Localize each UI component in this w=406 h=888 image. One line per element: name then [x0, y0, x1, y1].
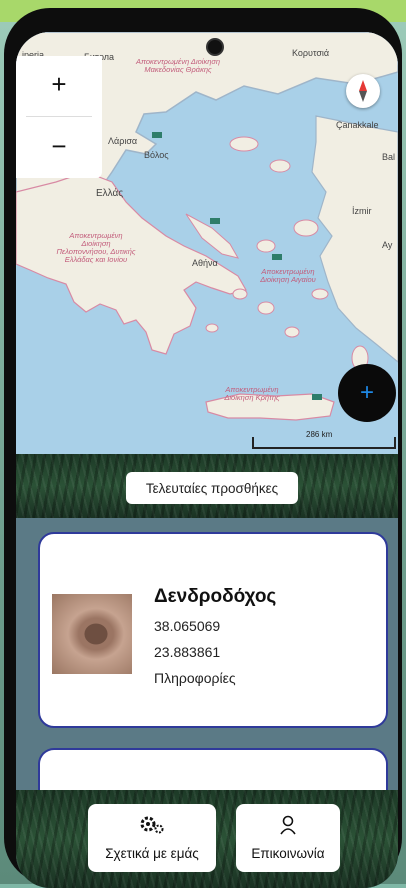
map-label-canakkale: Çanakkale	[336, 120, 379, 130]
map-label-izmir: İzmir	[352, 206, 372, 216]
add-location-button[interactable]: +	[338, 364, 396, 422]
entry-longitude: 23.883861	[154, 644, 221, 660]
map-label-larisa: Λάρισα	[108, 136, 138, 146]
map-region-kriti: Αποκεντρωμένη Διοίκηση Κρήτης	[224, 385, 280, 402]
recent-additions-label[interactable]: Τελευταίες προσθήκες	[126, 472, 298, 504]
about-us-label: Σχετικά με εμάς	[105, 846, 199, 861]
map-label-ellada: Ελλάς	[96, 188, 124, 199]
zoom-out-button[interactable]: −	[16, 118, 102, 174]
plus-icon: +	[359, 379, 374, 406]
map-region-peloponnisos: Αποκεντρωμένη Διοίκηση Πελοποννήσου, Δυτ…	[56, 231, 136, 264]
contact-label: Επικοινωνία	[251, 846, 325, 861]
map-scale-label: 286 km	[306, 430, 333, 439]
compass-icon[interactable]	[346, 74, 380, 108]
map-label-bal: Bal	[382, 152, 396, 162]
entry-info-link[interactable]: Πληροφορίες	[154, 670, 236, 686]
person-icon	[279, 815, 297, 840]
zoom-divider	[26, 116, 92, 117]
map-label-athina: Αθήνα	[192, 258, 218, 268]
map-label-volos: Βόλος	[144, 150, 169, 160]
camera-icon	[206, 38, 224, 56]
map-region-aigaio: Αποκεντρωμένη Διοίκηση Αιγαίου	[260, 267, 316, 284]
entry-thumbnail	[52, 594, 132, 674]
map-region-makedonia: Αποκεντρωμένη Διοίκηση Μακεδονίας Θράκης	[135, 57, 221, 74]
map-label-koryazi: Κορυτσιά	[292, 48, 330, 58]
app-screen: iperia Битола Κορυτσιά Αποκεντρωμένη Διο…	[16, 32, 398, 888]
zoom-in-button[interactable]: +	[16, 56, 102, 112]
map-label-ay: Ay	[382, 240, 393, 250]
gears-icon	[139, 815, 165, 840]
entry-latitude: 38.065069	[154, 618, 221, 634]
contact-button[interactable]: Επικοινωνία	[236, 804, 340, 872]
entry-title: Δενδροδόχος	[154, 586, 277, 607]
about-us-button[interactable]: Σχετικά με εμάς	[88, 804, 216, 872]
phone-frame: iperia Битола Κορυτσιά Αποκεντρωμένη Διο…	[4, 8, 402, 888]
map-view[interactable]: iperia Битола Κορυτσιά Αποκεντρωμένη Διο…	[16, 32, 398, 454]
entry-card[interactable]: Δενδροδόχος 38.065069 23.883861 Πληροφορ…	[38, 532, 388, 728]
